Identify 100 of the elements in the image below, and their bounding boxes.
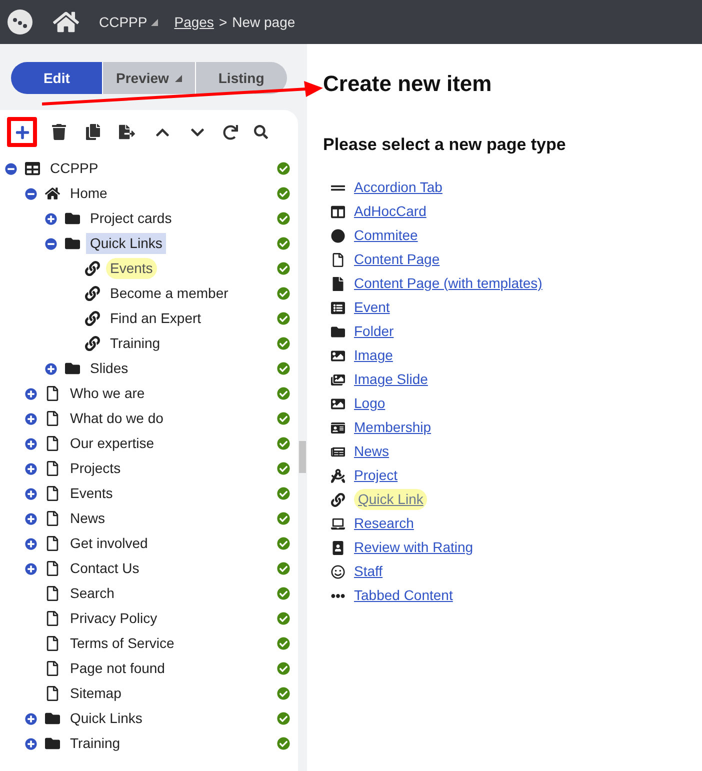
site-menu[interactable]: CCPPP	[99, 12, 158, 32]
check-icon	[277, 537, 290, 550]
page-icon	[44, 461, 60, 476]
link-icon	[84, 286, 100, 301]
tree-item[interactable]: Projects	[66, 458, 125, 479]
image-icon	[331, 348, 345, 362]
page-icon	[44, 511, 60, 526]
newspaper-icon	[331, 444, 345, 458]
check-icon	[277, 412, 290, 425]
page-type-link[interactable]: Review with Rating	[354, 537, 474, 558]
page-type-link[interactable]: Tabbed Content	[354, 585, 453, 606]
page-type-link[interactable]: Image	[354, 345, 393, 366]
breadcrumb-separator: >	[218, 12, 228, 32]
tree-item[interactable]: What do we do	[66, 408, 168, 429]
view-tab[interactable]: Listing	[196, 62, 287, 94]
check-icon	[277, 612, 290, 625]
page-icon	[44, 561, 60, 576]
tree-item[interactable]: News	[66, 508, 110, 529]
page-type-link[interactable]: Membership	[354, 417, 432, 438]
tree-item[interactable]: Privacy Policy	[66, 608, 162, 629]
tree-item[interactable]: Who we are	[66, 383, 149, 404]
expand-toggle-icon[interactable]	[25, 738, 37, 750]
page-icon	[44, 436, 60, 451]
tree-item[interactable]: Quick Links	[86, 233, 166, 254]
expand-toggle-icon[interactable]	[45, 362, 57, 374]
image-icon	[331, 396, 345, 410]
page-icon	[331, 276, 345, 290]
expand-toggle-icon[interactable]	[25, 388, 37, 400]
link-icon	[84, 311, 100, 326]
tree-item[interactable]: Find an Expert	[106, 308, 206, 329]
expand-toggle-icon[interactable]	[45, 212, 57, 224]
tree-item[interactable]: Slides	[86, 358, 132, 379]
tree-item[interactable]: Project cards	[86, 208, 176, 229]
collapse-toggle-icon[interactable]	[5, 162, 17, 174]
tree-item[interactable]: CCPPP	[46, 158, 102, 179]
breadcrumb-current: New page	[232, 12, 296, 32]
check-icon	[277, 662, 290, 675]
tree-item[interactable]: Our expertise	[66, 433, 158, 454]
page-icon	[44, 686, 60, 701]
tree-item[interactable]: Become a member	[106, 283, 232, 304]
tree-item[interactable]: Get involved	[66, 533, 152, 554]
smiley-icon	[331, 564, 345, 578]
page-type-link[interactable]: Project	[354, 465, 398, 486]
file-export-icon[interactable]	[119, 124, 135, 140]
refresh-icon[interactable]	[223, 124, 238, 140]
delete-icon[interactable]	[51, 124, 67, 140]
tree-item[interactable]: Contact Us	[66, 558, 144, 579]
page-type-link[interactable]: Event	[354, 297, 390, 318]
expand-toggle-icon[interactable]	[25, 488, 37, 500]
check-icon	[277, 512, 290, 525]
expand-toggle-icon[interactable]	[25, 562, 37, 574]
home-icon[interactable]	[53, 9, 79, 35]
page-type-link[interactable]: Research	[354, 513, 414, 534]
list-icon	[331, 300, 345, 314]
expand-toggle-icon[interactable]	[25, 712, 37, 724]
page-type-link[interactable]: Folder	[354, 321, 394, 342]
collapse-toggle-icon[interactable]	[45, 238, 57, 250]
copy-icon[interactable]	[85, 124, 101, 140]
expand-toggle-icon[interactable]	[25, 462, 37, 474]
folder-icon	[44, 736, 60, 751]
expand-toggle-icon[interactable]	[25, 538, 37, 550]
tree-item[interactable]: Training	[66, 733, 124, 754]
page-type-link[interactable]: Quick Link	[354, 489, 428, 510]
view-tab[interactable]: Edit	[11, 62, 104, 94]
page-type-link[interactable]: News	[354, 441, 390, 462]
page-type-link[interactable]: Staff	[354, 561, 383, 582]
circle-icon	[331, 228, 345, 242]
tree-item[interactable]: Training	[106, 333, 164, 354]
tree-item[interactable]: Sitemap	[66, 683, 126, 704]
expand-toggle-icon[interactable]	[25, 512, 37, 524]
check-icon	[277, 437, 290, 450]
breadcrumb-link[interactable]: Pages	[174, 12, 214, 32]
expand-toggle-icon[interactable]	[25, 412, 37, 424]
page-type-link[interactable]: AdHocCard	[354, 201, 426, 222]
check-icon	[277, 187, 290, 200]
collapse-toggle-icon[interactable]	[25, 188, 37, 200]
tree-item[interactable]: Page not found	[66, 658, 169, 679]
search-icon[interactable]	[254, 125, 268, 139]
check-icon	[277, 287, 290, 300]
link-icon	[84, 336, 100, 351]
page-type-link[interactable]: Content Page (with templates)	[354, 273, 542, 294]
page-type-link[interactable]: Logo	[354, 393, 386, 414]
add-button[interactable]	[7, 117, 37, 147]
tree-item[interactable]: Search	[66, 583, 118, 604]
logo-icon[interactable]	[7, 9, 33, 35]
check-icon	[277, 637, 290, 650]
tree-item[interactable]: Home	[66, 183, 112, 204]
tree-item[interactable]: Terms of Service	[66, 633, 178, 654]
tree-item[interactable]: Events	[66, 483, 117, 504]
view-tab[interactable]: Preview	[103, 62, 196, 94]
tree-item[interactable]: Events	[106, 258, 157, 279]
check-icon	[277, 337, 290, 350]
check-icon	[277, 587, 290, 600]
page-type-link[interactable]: Image Slide	[354, 369, 428, 390]
tree-item[interactable]: Quick Links	[66, 708, 146, 729]
page-type-link[interactable]: Accordion Tab	[354, 177, 442, 198]
check-icon	[277, 212, 290, 225]
page-type-link[interactable]: Content Page	[354, 249, 440, 270]
page-type-link[interactable]: Commitee	[354, 225, 418, 246]
expand-toggle-icon[interactable]	[25, 438, 37, 450]
